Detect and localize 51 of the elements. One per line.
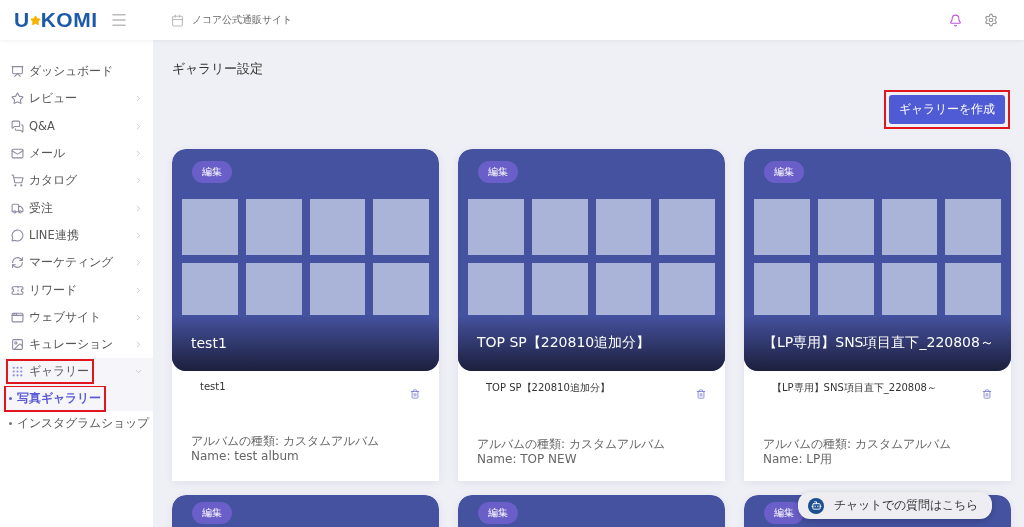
gallery-title: TOP SP【220810追加分】 xyxy=(477,334,651,352)
sidebar-subitem[interactable]: 写真ギャラリー xyxy=(0,385,153,411)
sidebar-item[interactable]: ダッシュボード xyxy=(0,58,153,86)
sidebar-label: Q&A xyxy=(29,119,55,134)
sidebar-item[interactable]: リワード xyxy=(0,276,153,304)
album-name: Name: test album xyxy=(191,449,300,464)
edit-button[interactable]: 編集 xyxy=(192,502,232,524)
sidebar-item[interactable]: キュレーション xyxy=(0,330,153,359)
sidebar-item[interactable]: カタログ xyxy=(0,167,153,195)
sidebar-subitem[interactable]: インスタグラムショップ xyxy=(0,410,153,436)
sidebar-label: ダッシュボード xyxy=(29,64,113,80)
gallery-name: test1 xyxy=(200,381,227,392)
sidebar-label: カタログ xyxy=(29,173,77,189)
sidebar-item[interactable]: LINE連携 xyxy=(0,221,153,250)
gallery-title: test1 xyxy=(191,335,227,351)
edit-button[interactable]: 編集 xyxy=(478,161,518,183)
sidebar-item[interactable]: メール xyxy=(0,139,153,168)
sidebar-label: ギャラリー xyxy=(29,364,89,380)
sidebar-item[interactable]: ウェブサイト xyxy=(0,303,153,331)
site-name: ノコア公式通販サイト xyxy=(192,13,292,27)
sidebar-item[interactable]: レビュー xyxy=(0,85,153,113)
sidebar-label: キュレーション xyxy=(29,337,113,353)
album-type: アルバムの種類: カスタムアルバム xyxy=(477,437,666,452)
album-type: アルバムの種類: カスタムアルバム xyxy=(191,434,380,449)
sidebar-item[interactable]: Q&A xyxy=(0,112,153,140)
edit-button[interactable]: 編集 xyxy=(764,161,804,183)
sidebar-label: メール xyxy=(29,146,65,162)
sidebar-item[interactable]: マーケティング xyxy=(0,249,153,277)
gallery-name: 【LP専用】SNS項目直下_220808～ xyxy=(772,381,938,395)
sidebar-label: リワード xyxy=(29,282,77,298)
sidebar-label: マーケティング xyxy=(29,255,113,271)
create-gallery-button[interactable]: ギャラリーを作成 xyxy=(889,95,1005,124)
sidebar-item[interactable]: ギャラリー xyxy=(0,358,153,386)
chat-button[interactable]: チャットでの質問はこちら xyxy=(798,492,992,519)
sidebar-label: レビュー xyxy=(29,91,77,107)
logo: U KOMI xyxy=(14,8,98,32)
subitem-label: インスタグラムショップ xyxy=(17,414,149,432)
sidebar-item[interactable]: 受注 xyxy=(0,194,153,222)
edit-button[interactable]: 編集 xyxy=(764,502,804,524)
album-name: Name: TOP NEW xyxy=(477,452,578,467)
gallery-title: 【LP専用】SNS項目直下_220808～ xyxy=(763,334,994,352)
sidebar-label: 受注 xyxy=(29,200,53,216)
album-name: Name: LP用 xyxy=(763,452,834,467)
album-type: アルバムの種類: カスタムアルバム xyxy=(763,437,952,452)
gallery-name: TOP SP【220810追加分】 xyxy=(486,381,611,395)
page-title: ギャラリー設定 xyxy=(172,60,264,78)
edit-button[interactable]: 編集 xyxy=(478,502,518,524)
subitem-label: 写真ギャラリー xyxy=(17,389,101,407)
sidebar-label: LINE連携 xyxy=(29,227,79,243)
sidebar-label: ウェブサイト xyxy=(29,309,101,325)
edit-button[interactable]: 編集 xyxy=(192,161,232,183)
